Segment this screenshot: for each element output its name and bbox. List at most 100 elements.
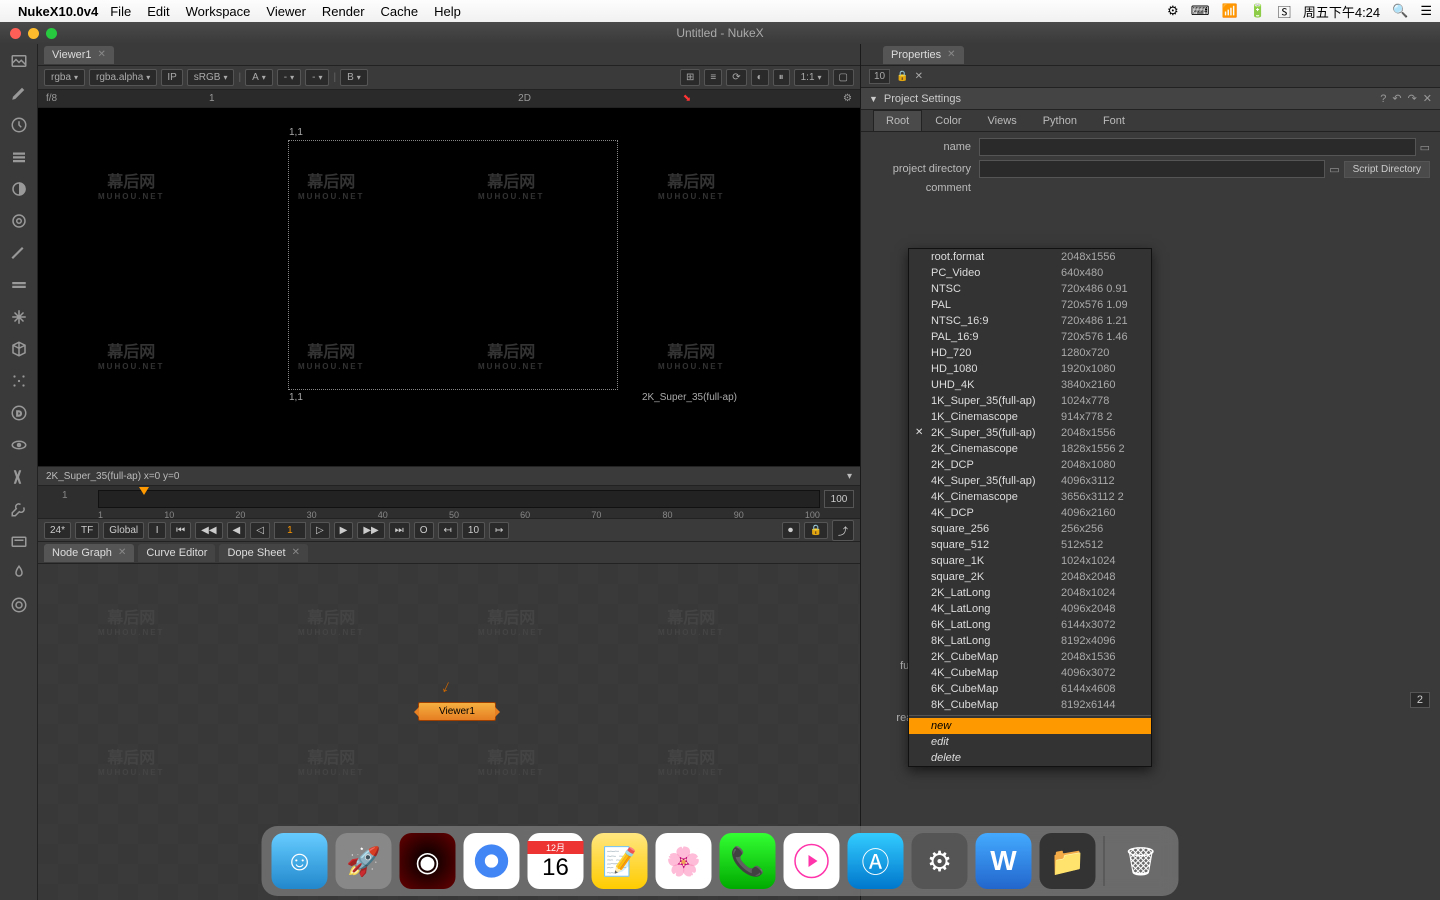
tool-filter-icon[interactable] (10, 212, 28, 230)
format-item[interactable]: 4K_CubeMap4096x3072 (909, 665, 1151, 681)
channel-select[interactable]: rgba (44, 69, 85, 86)
status-input-icon[interactable]: 🅂 (1278, 2, 1291, 21)
close-button[interactable] (10, 28, 21, 39)
tool-toolsets-icon[interactable] (10, 500, 28, 518)
maximize-button[interactable] (46, 28, 57, 39)
next-key-button[interactable]: ▶▶ (357, 522, 384, 539)
menu-edit[interactable]: Edit (147, 4, 169, 19)
folder-icon[interactable]: ▭ (1329, 163, 1339, 176)
tab-python[interactable]: Python (1030, 110, 1090, 131)
format-item[interactable]: HD_10801920x1080 (909, 361, 1151, 377)
trash-icon[interactable]: 🗑 (1113, 833, 1169, 889)
tab-nodegraph[interactable]: Node Graph✕ (44, 544, 134, 562)
tool-channel-icon[interactable] (10, 148, 28, 166)
notes-icon[interactable]: 📝 (592, 833, 648, 889)
format-item[interactable]: 2K_CubeMap2048x1536 (909, 649, 1151, 665)
format-item[interactable]: square_512512x512 (909, 537, 1151, 553)
tool-keyer-icon[interactable] (10, 244, 28, 262)
viewer-node[interactable]: Viewer1 (418, 702, 496, 721)
ip-button[interactable]: IP (161, 69, 182, 86)
notification-icon[interactable]: ☰ (1420, 3, 1432, 19)
disclosure-icon[interactable]: ▼ (869, 94, 878, 104)
format-item[interactable]: root.format2048x1556 (909, 249, 1151, 265)
mode-2d[interactable]: 2D (518, 93, 531, 104)
play-back-button[interactable]: ◀ (227, 522, 247, 539)
pause-icon[interactable]: ⏸ (773, 69, 790, 86)
tab-properties[interactable]: Properties✕ (883, 46, 964, 64)
picker-icon[interactable]: ▭ (1420, 141, 1430, 154)
proxy-icon[interactable]: ▢ (833, 69, 854, 86)
tool-all-icon[interactable] (10, 596, 28, 614)
loop-fwd-button[interactable]: ↦ (489, 522, 509, 539)
format-item[interactable]: PAL720x576 1.09 (909, 297, 1151, 313)
clear-icon[interactable]: ✕ (915, 71, 923, 82)
format-edit[interactable]: edit (909, 734, 1151, 750)
viewport[interactable]: 1,1 1,1 2K_Super_35(full-ap) 幕后网MUHOU.NE… (38, 108, 860, 466)
incr-input[interactable]: 10 (462, 522, 485, 539)
tool-image-icon[interactable] (10, 52, 28, 70)
wipe-b[interactable]: B (340, 69, 368, 86)
name-field[interactable] (979, 138, 1416, 156)
format-item[interactable]: 2K_Super_35(full-ap)2048x1556 (909, 425, 1151, 441)
tab-views[interactable]: Views (975, 110, 1030, 131)
out-button[interactable]: O (414, 522, 434, 539)
refresh-icon[interactable]: ⟳ (726, 69, 746, 86)
prop-count[interactable]: 10 (869, 69, 890, 84)
step-fwd-button[interactable]: ▷ (310, 522, 330, 539)
format-item[interactable]: 4K_Super_35(full-ap)4096x3112 (909, 473, 1151, 489)
tool-transform-icon[interactable] (10, 308, 28, 326)
fps-select[interactable]: 24* (44, 522, 71, 539)
format-item[interactable]: HD_7201280x720 (909, 345, 1151, 361)
format-item[interactable]: PAL_16:9720x576 1.46 (909, 329, 1151, 345)
format-item[interactable]: 2K_LatLong2048x1024 (909, 585, 1151, 601)
loop-back-button[interactable]: ↤ (438, 522, 458, 539)
format-item[interactable]: 1K_Super_35(full-ap)1024x778 (909, 393, 1151, 409)
folder-icon[interactable]: 📁 (1040, 833, 1096, 889)
format-item[interactable]: 1K_Cinemascope914x778 2 (909, 409, 1151, 425)
close-panel-icon[interactable]: ✕ (1423, 92, 1432, 105)
prev-key-button[interactable]: ◀◀ (195, 522, 222, 539)
format-item[interactable]: NTSC_16:9720x486 1.21 (909, 313, 1151, 329)
format-item[interactable]: 2K_DCP2048x1080 (909, 457, 1151, 473)
alpha-select[interactable]: rgba.alpha (89, 69, 157, 86)
first-frame-button[interactable]: ⏮ (170, 522, 191, 539)
range-select[interactable]: Global (103, 522, 144, 539)
format-item[interactable]: 2K_Cinemascope1828x1556 2 (909, 441, 1151, 457)
format-item[interactable]: 4K_LatLong4096x2048 (909, 601, 1151, 617)
format-item[interactable]: square_1K1024x1024 (909, 553, 1151, 569)
undo-icon[interactable]: ↶ (1392, 92, 1401, 105)
roi-icon[interactable]: ⬊ (683, 93, 691, 104)
wipe-a[interactable]: A (245, 69, 273, 86)
playhead[interactable] (139, 487, 149, 495)
menu-workspace[interactable]: Workspace (186, 4, 251, 19)
spotlight-icon[interactable]: 🔍 (1392, 3, 1408, 19)
grid-icon[interactable]: ≡ (704, 69, 722, 86)
status-clock[interactable]: 周五下午4:24 (1303, 2, 1380, 21)
projdir-field[interactable] (979, 160, 1325, 178)
zoom-select[interactable]: 1:1 (794, 69, 829, 86)
redo-icon[interactable]: ↷ (1408, 92, 1417, 105)
tab-curveeditor[interactable]: Curve Editor (138, 544, 215, 562)
photos-icon[interactable]: 🌸 (656, 833, 712, 889)
finder-icon[interactable]: ☺ (272, 833, 328, 889)
format-item[interactable]: 8K_CubeMap8192x6144 (909, 697, 1151, 713)
export-icon[interactable]: ⤴ (832, 520, 854, 541)
format-dropdown[interactable]: root.format2048x1556PC_Video640x480NTSC7… (908, 248, 1152, 767)
tool-views-icon[interactable] (10, 436, 28, 454)
format-item[interactable]: 4K_DCP4096x2160 (909, 505, 1151, 521)
format-item[interactable]: square_256256x256 (909, 521, 1151, 537)
panel-header[interactable]: ▼ Project Settings ? ↶ ↷ ✕ (861, 88, 1440, 110)
timeline[interactable]: 1 1102030405060708090100 100 (38, 486, 860, 518)
chrome-icon[interactable] (464, 833, 520, 889)
menu-viewer[interactable]: Viewer (266, 4, 306, 19)
format-item[interactable]: 8K_LatLong8192x4096 (909, 633, 1151, 649)
status-dropdown-icon[interactable]: ▾ (847, 471, 852, 482)
timeline-end[interactable]: 100 (824, 490, 854, 508)
menu-help[interactable]: Help (434, 4, 461, 19)
status-wifi-icon[interactable]: 📶 (1221, 3, 1237, 19)
tool-other-icon[interactable] (10, 532, 28, 550)
tool-color-icon[interactable] (10, 180, 28, 198)
format-item[interactable]: 4K_Cinemascope3656x3112 2 (909, 489, 1151, 505)
wipe-dash[interactable]: - (277, 69, 301, 86)
proxy-value[interactable]: 2 (1410, 692, 1430, 708)
